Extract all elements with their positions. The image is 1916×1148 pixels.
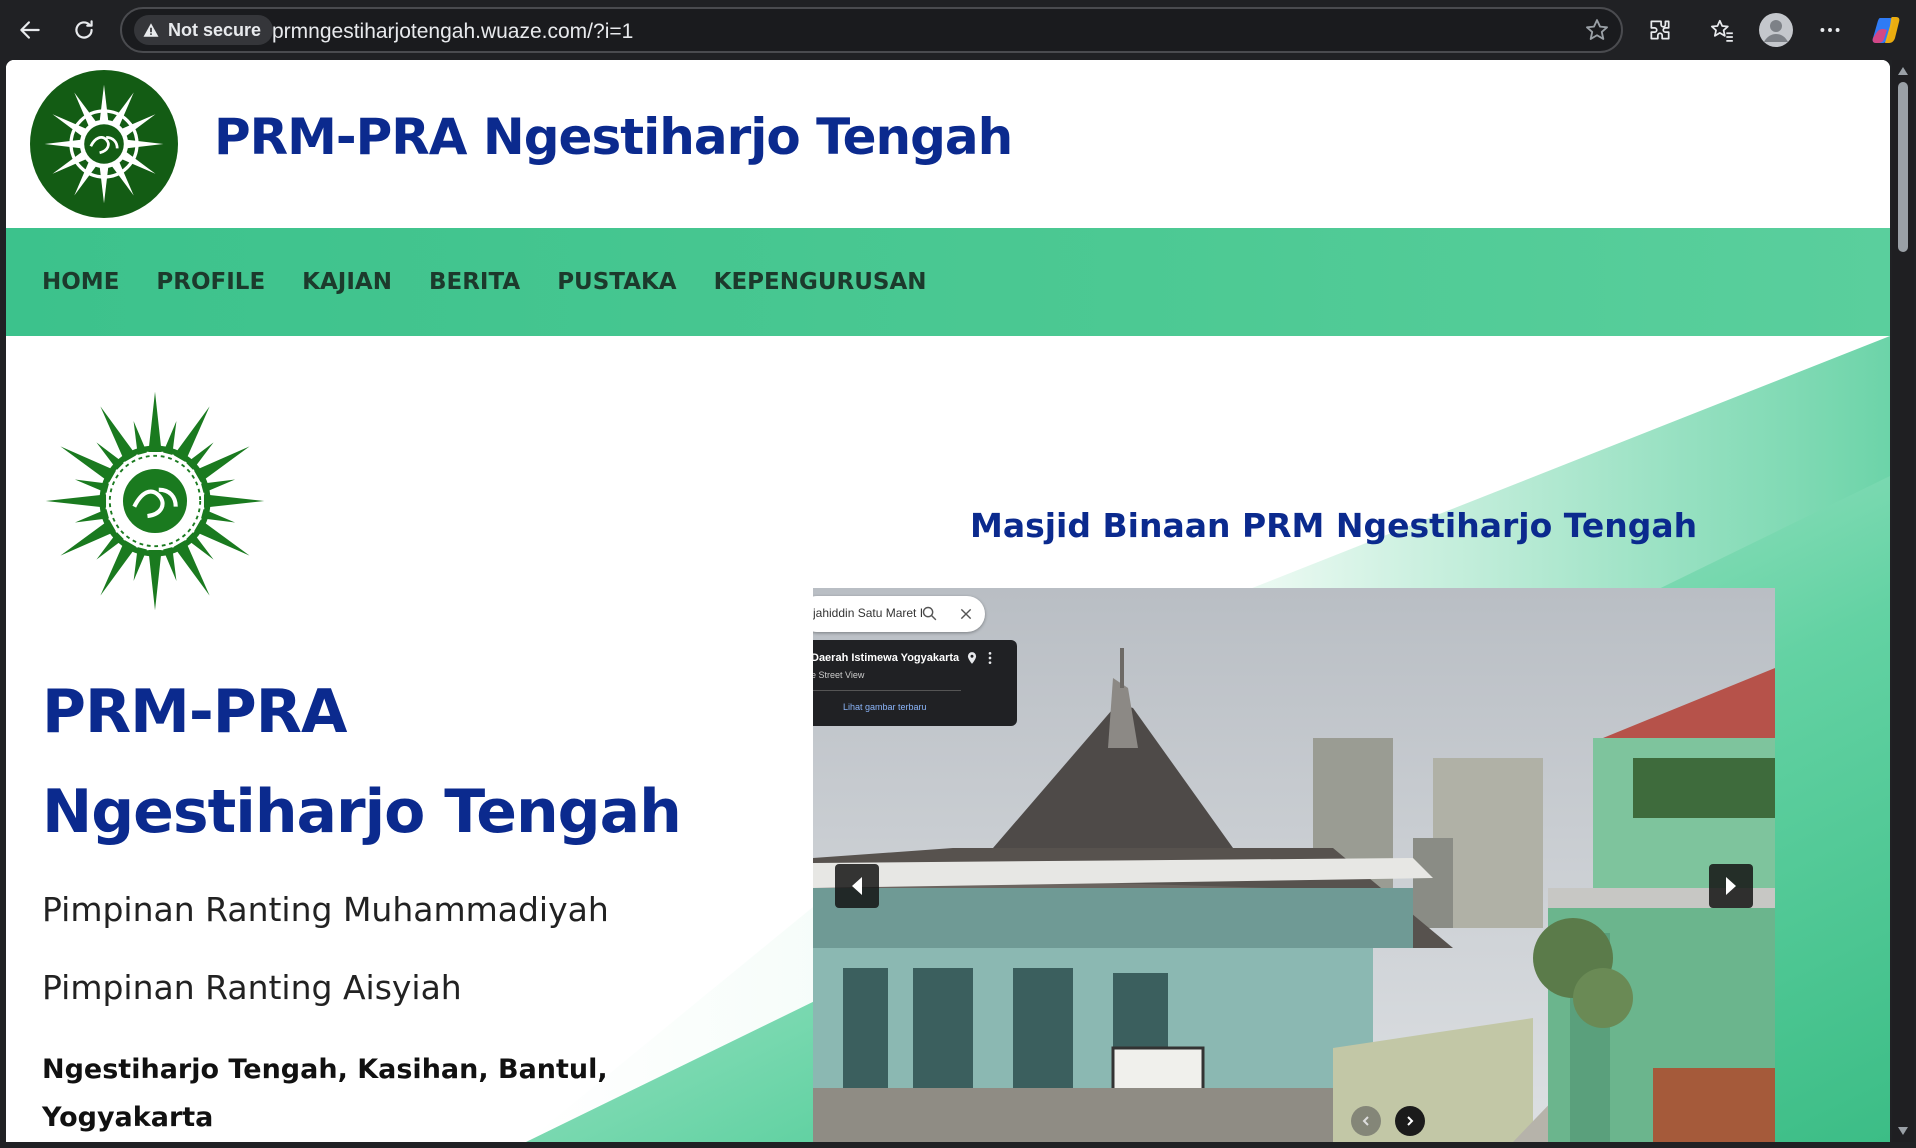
- hero-subtitle-aisyiah: Pimpinan Ranting Aisyiah: [42, 968, 462, 1007]
- muhammadiyah-logo[interactable]: [30, 70, 178, 218]
- back-icon[interactable]: [12, 12, 48, 48]
- search-icon[interactable]: [921, 605, 938, 622]
- browser-toolbar: Not secure prmngestiharjotengah.wuaze.co…: [0, 0, 1916, 60]
- nav-berita[interactable]: BERITA: [429, 269, 520, 295]
- streetview-info-card: Daerah Istimewa Yogyakarta e Street View…: [813, 640, 1017, 726]
- hero-section: PRM-PRA Ngestiharjo Tengah Pimpinan Rant…: [6, 336, 1890, 1142]
- carousel-next-button[interactable]: [1709, 864, 1753, 908]
- nav-pustaka[interactable]: PUSTAKA: [557, 269, 676, 295]
- warning-icon: [143, 23, 159, 37]
- nav-kajian[interactable]: KAJIAN: [302, 269, 392, 295]
- extensions-icon[interactable]: [1642, 12, 1678, 48]
- hero-address-line1: Ngestiharjo Tengah, Kasihan, Bantul,: [42, 1054, 608, 1085]
- carousel-prev-button[interactable]: [835, 864, 879, 908]
- scroll-down-icon[interactable]: [1897, 1126, 1909, 1136]
- chevron-right-icon: [1726, 877, 1736, 895]
- close-icon[interactable]: [959, 607, 973, 621]
- scrollbar-thumb[interactable]: [1898, 82, 1908, 252]
- hero-heading: PRM-PRA Ngestiharjo Tengah: [42, 662, 682, 862]
- card-divider: [813, 690, 961, 691]
- streetview-source: e Street View: [813, 670, 865, 680]
- streetview-embed[interactable]: jahiddin Satu Maret I Daerah Istimewa Yo…: [813, 588, 1775, 1142]
- more-menu-icon[interactable]: [1812, 12, 1848, 48]
- profile-avatar-icon[interactable]: [1758, 12, 1794, 48]
- masjid-section-title: Masjid Binaan PRM Ngestiharjo Tengah: [970, 506, 1698, 545]
- location-pin-icon[interactable]: [965, 650, 979, 666]
- streetview-forward-button[interactable]: [1395, 1106, 1425, 1136]
- hero-address-line2: Yogyakarta: [42, 1102, 214, 1133]
- reload-icon[interactable]: [66, 12, 102, 48]
- chevron-left-icon: [852, 877, 862, 895]
- copilot-icon[interactable]: [1868, 12, 1904, 48]
- streetview-search-box[interactable]: jahiddin Satu Maret I: [813, 596, 985, 632]
- hero-heading-line2: Ngestiharjo Tengah: [42, 777, 682, 847]
- streetview-latest-link[interactable]: Lihat gambar terbaru: [843, 702, 927, 712]
- hero-heading-line1: PRM-PRA: [42, 677, 347, 747]
- streetview-search-text[interactable]: jahiddin Satu Maret I: [813, 606, 923, 620]
- nav-home[interactable]: HOME: [42, 269, 119, 295]
- chevron-left-icon: [1362, 1116, 1369, 1126]
- nav-profile[interactable]: PROFILE: [156, 269, 265, 295]
- hero-address: Ngestiharjo Tengah, Kasihan, Bantul, Yog…: [42, 1046, 642, 1142]
- hero-muhammadiyah-logo: [42, 388, 268, 618]
- site-title[interactable]: PRM-PRA Ngestiharjo Tengah: [214, 108, 1013, 166]
- nav-kepengurusan[interactable]: KEPENGURUSAN: [714, 269, 927, 295]
- kebab-menu-icon[interactable]: [985, 650, 995, 666]
- streetview-location: Daerah Istimewa Yogyakarta: [813, 652, 960, 664]
- chevron-right-icon: [1407, 1116, 1414, 1126]
- hero-subtitle-muhammadiyah: Pimpinan Ranting Muhammadiyah: [42, 890, 609, 929]
- site-header: PRM-PRA Ngestiharjo Tengah: [6, 60, 1890, 228]
- page-viewport: PRM-PRA Ngestiharjo Tengah HOME PROFILE …: [6, 60, 1890, 1142]
- security-label: Not secure: [168, 19, 262, 40]
- security-chip[interactable]: Not secure: [134, 15, 274, 45]
- scroll-up-icon[interactable]: [1897, 66, 1909, 76]
- main-navbar: HOME PROFILE KAJIAN BERITA PUSTAKA KEPEN…: [6, 228, 1890, 336]
- page-scrollbar[interactable]: [1892, 60, 1914, 1142]
- favorites-icon[interactable]: [1704, 12, 1740, 48]
- address-bar[interactable]: Not secure prmngestiharjotengah.wuaze.co…: [120, 7, 1623, 53]
- streetview-back-button[interactable]: [1351, 1106, 1381, 1136]
- url-text[interactable]: prmngestiharjotengah.wuaze.com/?i=1: [272, 20, 633, 44]
- bookmark-star-icon[interactable]: [1583, 16, 1611, 48]
